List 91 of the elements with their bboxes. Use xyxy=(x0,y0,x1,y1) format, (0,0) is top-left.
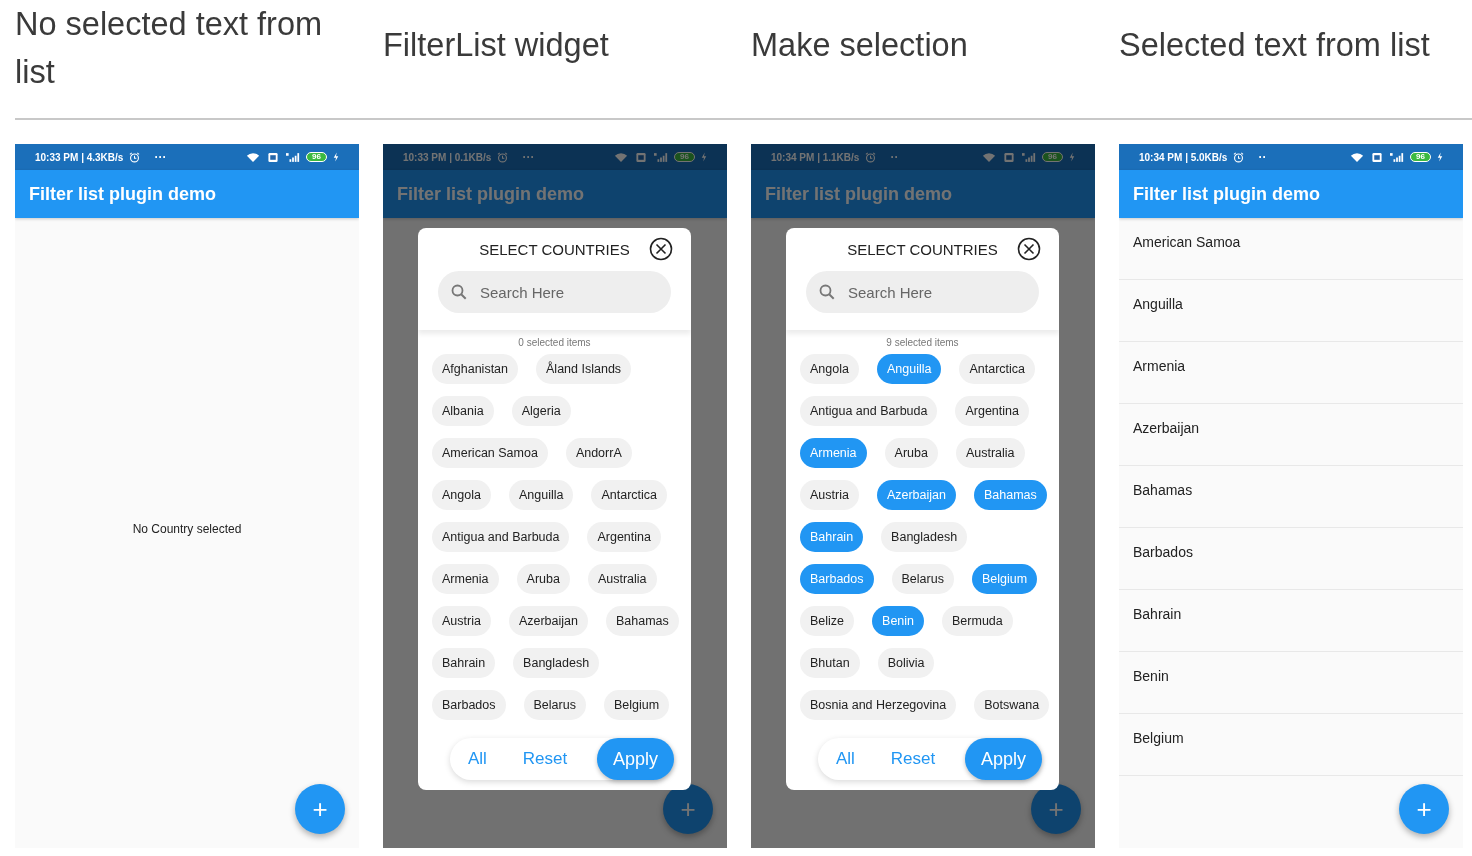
country-chip[interactable]: Anguilla xyxy=(508,480,574,510)
country-chip[interactable]: Bolivia xyxy=(877,648,935,678)
country-chip[interactable]: Aruba xyxy=(516,564,570,594)
alarm-clock-icon xyxy=(129,151,141,163)
country-chip[interactable]: Argentina xyxy=(955,396,1029,426)
charging-bolt-icon xyxy=(701,152,707,162)
charging-bolt-icon xyxy=(1069,152,1075,162)
country-chip[interactable]: American Samoa xyxy=(432,438,548,468)
signal-icon xyxy=(286,151,301,163)
empty-message: No Country selected xyxy=(132,522,242,536)
country-chip[interactable]: Austria xyxy=(432,606,491,636)
list-item[interactable]: Bahamas xyxy=(1119,466,1463,528)
selected-count: 0 selected items xyxy=(517,337,592,348)
country-chip[interactable]: Antarctica xyxy=(591,480,667,510)
country-chip[interactable]: Aruba xyxy=(884,438,938,468)
charging-bolt-icon xyxy=(333,152,339,162)
notification-dots: ·· xyxy=(890,150,899,164)
country-chip[interactable]: Algeria xyxy=(511,396,571,426)
list-item[interactable]: American Samoa xyxy=(1119,218,1463,280)
country-chip[interactable]: Belize xyxy=(800,606,855,636)
battery-level: 96 xyxy=(306,152,327,162)
signal-icon xyxy=(1390,151,1405,163)
country-chip[interactable]: Australia xyxy=(587,564,657,594)
country-chip[interactable]: Angola xyxy=(800,354,859,384)
notification-dots: ·· xyxy=(1258,150,1267,164)
wifi-icon xyxy=(246,151,261,163)
country-chip[interactable]: Botswana xyxy=(974,690,1050,720)
signal-icon xyxy=(1022,151,1037,163)
battery-level: 96 xyxy=(674,152,695,162)
country-chip[interactable]: Angola xyxy=(432,480,491,510)
battery-level: 96 xyxy=(1042,152,1063,162)
signal-icon xyxy=(654,151,669,163)
list-item[interactable]: Barbados xyxy=(1119,528,1463,590)
country-chip[interactable]: Albania xyxy=(432,396,494,426)
list-item[interactable]: Belgium xyxy=(1119,714,1463,776)
country-chip[interactable]: AndorrA xyxy=(565,438,632,468)
country-chip[interactable]: Bhutan xyxy=(800,648,860,678)
alarm-clock-icon xyxy=(1233,151,1245,163)
section-heading: Selected text from list xyxy=(1119,26,1431,65)
list-item[interactable]: Armenia xyxy=(1119,342,1463,404)
section-heading: Make selection xyxy=(751,26,969,65)
status-time: 10:34 PM | 1.1KB/s xyxy=(771,151,860,163)
country-chip[interactable]: Bangladesh xyxy=(881,522,968,552)
section-heading: No selected text from list xyxy=(15,5,324,92)
wifi-icon xyxy=(982,151,997,163)
country-chip[interactable]: Bahrain xyxy=(432,648,496,678)
alarm-clock-icon xyxy=(497,151,509,163)
country-chip[interactable]: Armenia xyxy=(432,564,499,594)
wifi-icon xyxy=(1350,151,1365,163)
status-time: 10:33 PM | 4.3KB/s xyxy=(35,151,124,163)
battery-level: 96 xyxy=(1410,152,1431,162)
close-icon[interactable] xyxy=(1017,237,1041,261)
country-chip[interactable]: Azerbaijan xyxy=(508,606,588,636)
country-chip[interactable]: Argentina xyxy=(587,522,661,552)
country-chip[interactable]: Bangladesh xyxy=(513,648,600,678)
list-item[interactable]: Bahrain xyxy=(1119,590,1463,652)
country-chip[interactable]: Belarus xyxy=(523,690,586,720)
country-chip[interactable]: Belgium xyxy=(603,690,670,720)
country-chip[interactable]: Barbados xyxy=(432,690,506,720)
country-chip[interactable]: Bermuda xyxy=(942,606,1013,636)
app-title: Filter list plugin demo xyxy=(397,183,584,205)
app-title: Filter list plugin demo xyxy=(1133,183,1320,205)
country-chip[interactable]: Bosnia and Herzegovina xyxy=(800,690,957,720)
dialog-title: SELECT COUNTRIES xyxy=(479,240,630,258)
country-chip[interactable]: Antigua and Barbuda xyxy=(432,522,570,552)
search-field[interactable]: Search Here xyxy=(806,271,1039,313)
status-time: 10:34 PM | 5.0KB/s xyxy=(1139,151,1228,163)
notification-dots: ··· xyxy=(522,150,535,164)
country-chip[interactable]: Antarctica xyxy=(959,354,1035,384)
country-chip[interactable]: Åland Islands xyxy=(536,354,632,384)
country-chip[interactable]: Bahamas xyxy=(606,606,679,636)
country-chip[interactable]: Australia xyxy=(955,438,1025,468)
country-chip[interactable]: Austria xyxy=(800,480,859,510)
charging-bolt-icon xyxy=(1437,152,1443,162)
country-chip[interactable]: Antigua and Barbuda xyxy=(800,396,938,426)
dialog-title: SELECT COUNTRIES xyxy=(847,240,998,258)
wifi-icon xyxy=(614,151,629,163)
app-title: Filter list plugin demo xyxy=(765,183,952,205)
alarm-clock-icon xyxy=(865,151,877,163)
list-item[interactable]: Benin xyxy=(1119,652,1463,714)
search-field[interactable]: Search Here xyxy=(438,271,671,313)
close-icon[interactable] xyxy=(649,237,673,261)
country-chip[interactable]: Afghanistan xyxy=(432,354,519,384)
section-heading: FilterList widget xyxy=(383,26,610,65)
notification-dots: ··· xyxy=(154,150,167,164)
list-item[interactable]: Azerbaijan xyxy=(1119,404,1463,466)
country-chip[interactable]: Belarus xyxy=(891,564,954,594)
app-title: Filter list plugin demo xyxy=(29,183,216,205)
status-time: 10:33 PM | 0.1KB/s xyxy=(403,151,492,163)
list-item[interactable]: Anguilla xyxy=(1119,280,1463,342)
selected-count: 9 selected items xyxy=(885,337,960,348)
